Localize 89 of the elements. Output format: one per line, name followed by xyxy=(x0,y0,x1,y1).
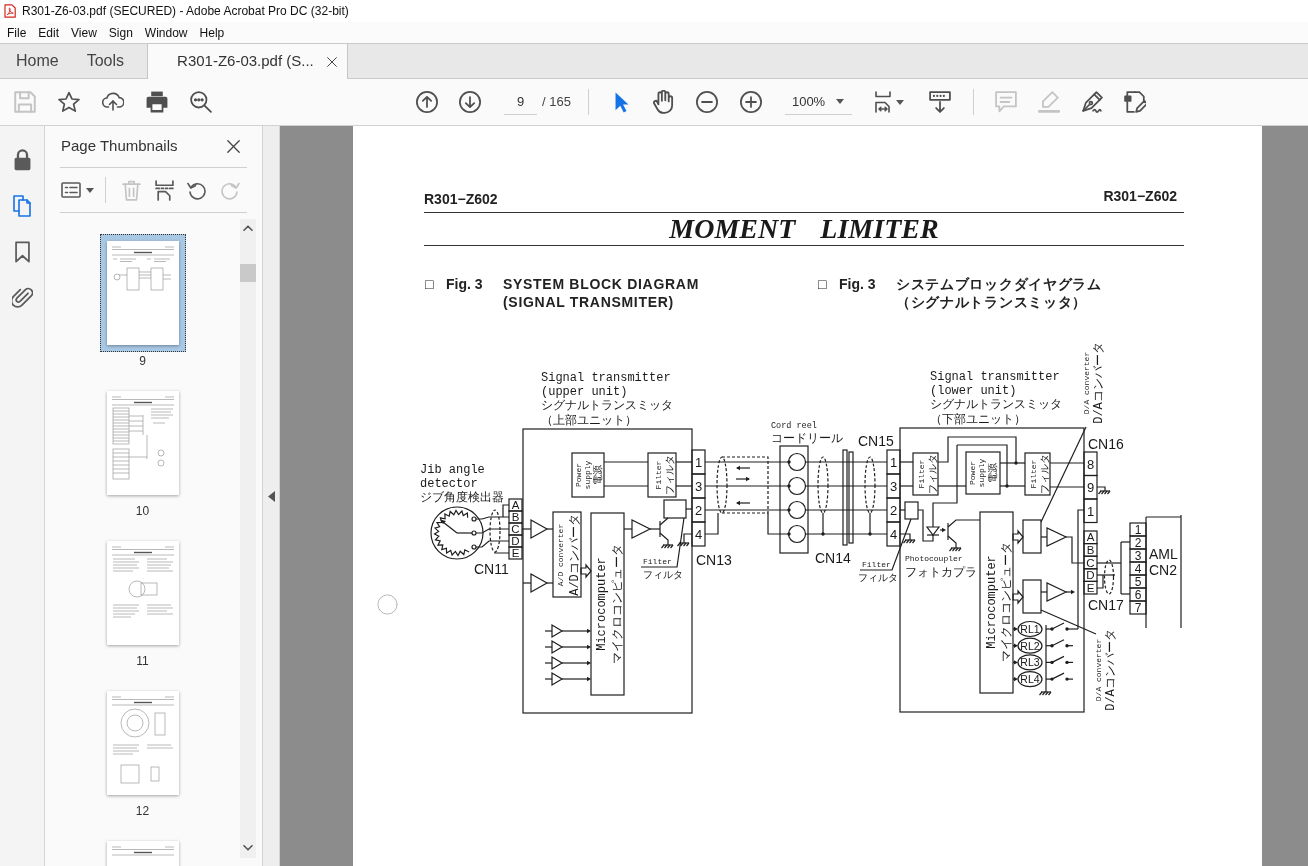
page-number-label: 9 xyxy=(139,354,146,368)
unit-title: シグナルトランスミッタ xyxy=(541,399,673,413)
figure-caption: (SIGNAL TRANSMITER) xyxy=(503,293,675,311)
component-label: フィルタ xyxy=(1040,454,1051,494)
component-label: Power xyxy=(968,461,977,485)
component-label: supply xyxy=(583,460,592,490)
component-label: D/Aコンバータ xyxy=(1092,342,1106,424)
pin-label: 9 xyxy=(1086,480,1095,495)
component-label: Photocoupler xyxy=(905,554,963,563)
component-label: Jib angle xyxy=(420,463,485,477)
component-label: D/A converter xyxy=(1082,351,1091,415)
connector-label: CN11 xyxy=(474,561,509,577)
figure-number: Fig. 3 xyxy=(839,275,877,293)
unit-title: Signal transmitter xyxy=(541,371,671,385)
component-label: Filter xyxy=(643,557,672,566)
component-label: フィルタ xyxy=(858,573,898,584)
unit-title: シグナルトランスミッタ xyxy=(930,398,1062,412)
component-label: supply xyxy=(977,458,986,488)
unit-title: Signal transmitter xyxy=(930,370,1060,384)
pin-label: B xyxy=(1086,543,1095,556)
pin-label: C xyxy=(511,523,520,535)
connector-label: CN14 xyxy=(815,550,851,566)
pin-label: C xyxy=(1086,556,1095,569)
relay-label: RL2 xyxy=(1020,639,1040,652)
component-label: フィルタ xyxy=(643,570,683,581)
page-header-code: R301−Z602 xyxy=(424,192,498,209)
pin-label: B xyxy=(511,511,520,523)
unit-title: (lower unit) xyxy=(930,384,1017,398)
component-label: Microcomputer xyxy=(985,555,999,649)
pin-label: 1 xyxy=(889,454,898,470)
pin-label: E xyxy=(1086,581,1095,594)
unit-title: (upper unit) xyxy=(541,385,628,399)
figure-marker: □ xyxy=(425,275,435,293)
component-label: ジブ角度検出器 xyxy=(420,491,504,505)
pin-label: 4 xyxy=(694,526,703,542)
component-label: コードリール xyxy=(771,432,843,446)
page-header-code: R301−Z602 xyxy=(1103,189,1178,206)
component-label: Microcomputer xyxy=(595,557,609,651)
pin-label: D xyxy=(511,535,520,547)
pin-label: E xyxy=(511,547,520,559)
pin-label: 2 xyxy=(889,502,898,518)
component-label: Filter xyxy=(654,460,663,490)
connector-label: CN16 xyxy=(1088,436,1124,452)
component-label: Cord reel xyxy=(771,421,817,431)
component-label: フォトカプラ xyxy=(905,566,977,580)
relay-label: RL3 xyxy=(1020,656,1040,669)
pin-label: 2 xyxy=(694,502,703,518)
page-number-label: 10 xyxy=(135,504,150,518)
connector-label: CN15 xyxy=(858,433,894,449)
pin-label: A xyxy=(511,499,520,511)
figure-number: Fig. 3 xyxy=(446,275,484,293)
component-label: マイクロコンピュータ xyxy=(611,544,625,664)
component-label: マイクロコンピュータ xyxy=(1000,542,1014,662)
component-label: detector xyxy=(420,477,478,491)
component-label: Power xyxy=(574,463,583,487)
component-label: D/Aコンバータ xyxy=(1104,629,1118,711)
component-label: A/Dコンバータ xyxy=(568,514,582,596)
pin-label: 1 xyxy=(1086,503,1095,519)
component-label: 電源 xyxy=(593,465,604,485)
component-label: Filter xyxy=(1029,459,1038,489)
figure-caption: SYSTEM BLOCK DIAGRAM xyxy=(503,275,699,293)
component-label: Filter xyxy=(917,459,926,489)
figure-caption: （シグナルトランスミッタ） xyxy=(896,293,1089,311)
pin-label: 8 xyxy=(1086,456,1095,472)
pin-label: 4 xyxy=(889,526,898,542)
page-count: / 165 xyxy=(542,93,571,112)
figure-marker: □ xyxy=(818,275,828,293)
component-label: 電源 xyxy=(988,463,999,483)
component-label: D/A converter xyxy=(1094,638,1103,702)
figure-caption: システムブロックダイヤグラム xyxy=(896,275,1102,293)
component-label: Filter xyxy=(862,560,891,569)
unit-title: （下部ユニット） xyxy=(930,413,1026,427)
panel-title: Page Thumbnails xyxy=(61,136,178,157)
relay-label: RL1 xyxy=(1020,622,1040,635)
connector-label: CN13 xyxy=(696,552,732,568)
pin-label: 1 xyxy=(694,454,703,470)
relay-label: RL4 xyxy=(1020,672,1040,685)
component-label: A/D converter xyxy=(556,523,565,587)
pin-label: D xyxy=(1086,569,1095,582)
pin-label: A xyxy=(1086,531,1095,544)
page-number-label: 12 xyxy=(135,804,150,818)
component-label: フィルタ xyxy=(928,454,939,494)
component-label: フィルタ xyxy=(665,455,676,495)
document-title: MOMENT LIMITER xyxy=(669,215,939,243)
pin-label: 3 xyxy=(694,478,703,494)
page-number-label: 11 xyxy=(136,654,149,668)
pin-label: 3 xyxy=(889,478,898,494)
unit-title: （上部ユニット） xyxy=(541,414,637,428)
window-title: R301-Z6-03.pdf (SECURED) - Adobe Acrobat Pro DC (32-bit) xyxy=(22,3,349,20)
